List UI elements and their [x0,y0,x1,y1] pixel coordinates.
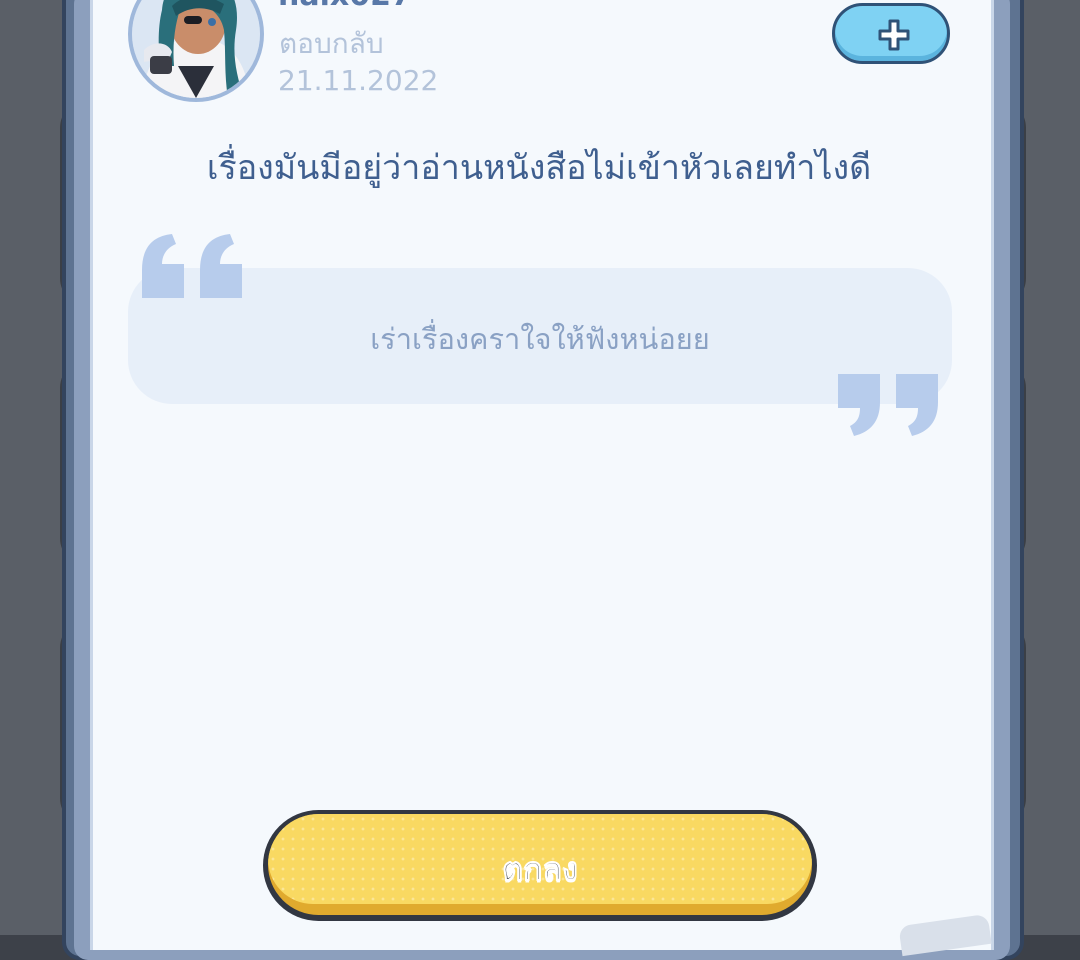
plus-icon [878,19,910,51]
confirm-button-label: ตกลง [502,850,578,889]
open-quote-icon [142,234,242,298]
post-date: 21.11.2022 [278,64,439,97]
reply-label[interactable]: ตอบกลับ [279,22,384,66]
confirm-button[interactable]: ตกลง [263,810,817,921]
add-button[interactable] [832,3,950,64]
close-quote-icon [838,374,938,436]
story-placeholder: เร่าเรื่องคราใจให้ฟังหน่อยย [370,322,710,356]
username: naix027 [278,0,412,13]
question-text: เรื่องมันมีอยู่ว่าอ่านหนังสือไม่เข้าหัวเ… [206,148,872,188]
avatar-image [132,0,260,98]
